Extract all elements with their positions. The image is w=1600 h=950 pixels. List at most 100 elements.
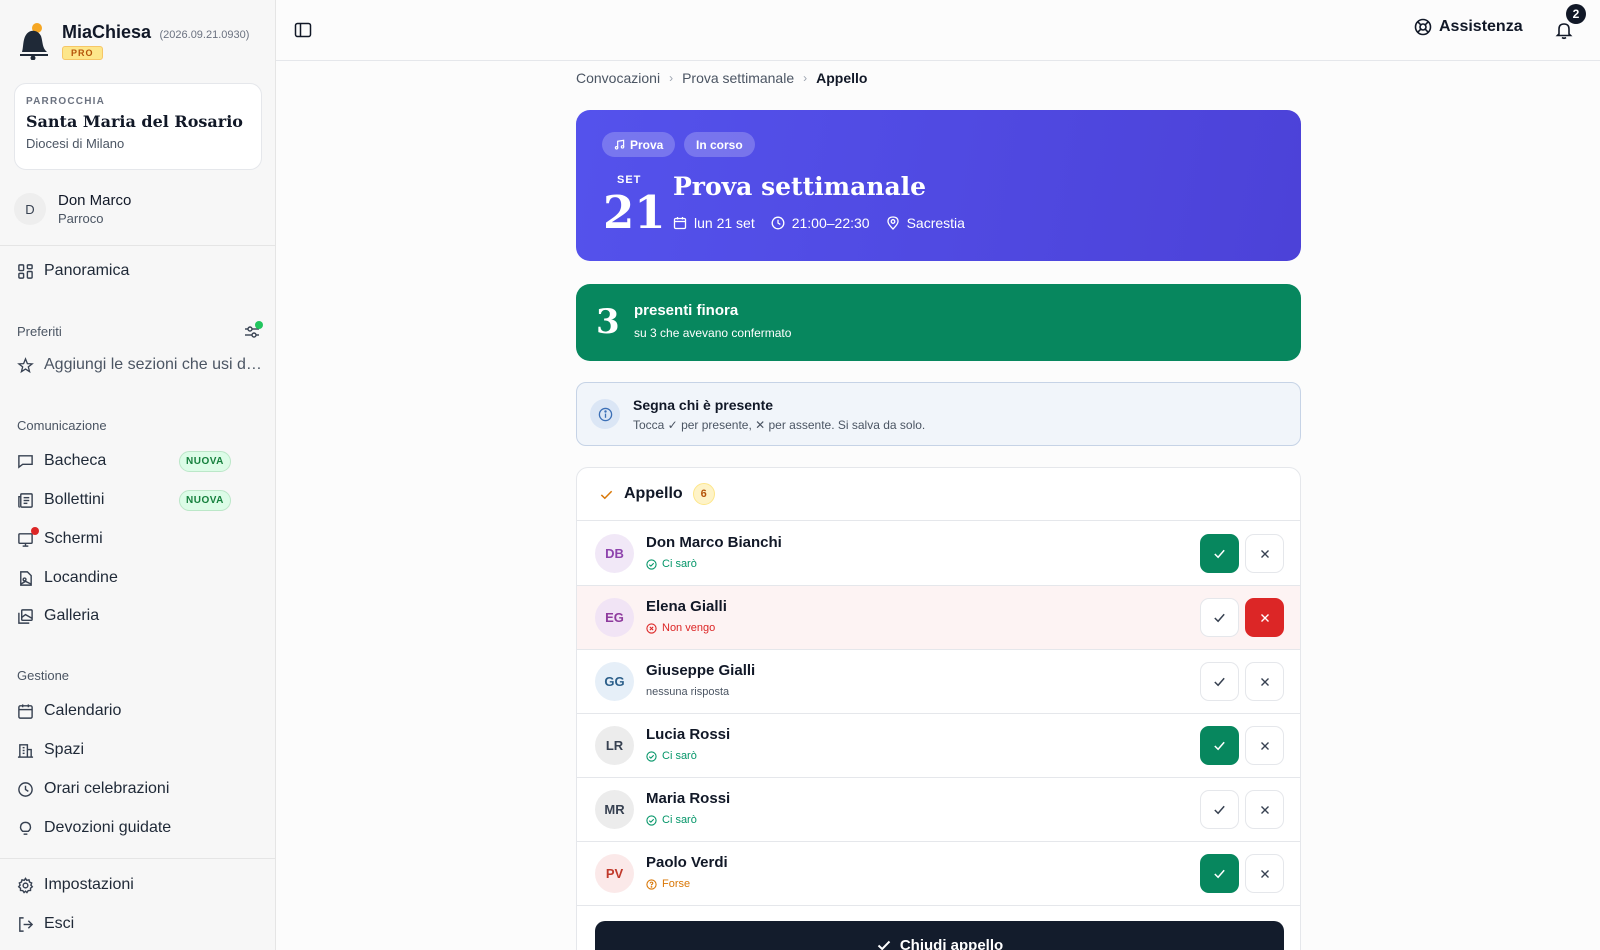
avatar: GG: [595, 662, 634, 701]
clock-icon: [771, 216, 785, 230]
message-square-icon: [18, 454, 33, 469]
event-date: lun 21 set: [694, 215, 755, 231]
avatar: LR: [595, 726, 634, 765]
sidebar-item-label: Galleria: [44, 607, 100, 624]
lifebuoy-icon: [1414, 18, 1432, 36]
mark-present-button[interactable]: [1200, 790, 1239, 829]
music-note-icon: [614, 139, 625, 150]
sidebar-item-schermi[interactable]: Schermi: [17, 526, 262, 552]
bell-logo-icon: [20, 23, 48, 60]
rsvp-status: nessuna risposta: [646, 686, 729, 698]
sidebar-item-label: Calendario: [44, 702, 122, 719]
roll-call-title: Appello: [624, 485, 683, 502]
rsvp-status-label: Ci sarò: [662, 750, 697, 762]
mark-present-button[interactable]: [1200, 662, 1239, 701]
management-section-label: Gestione: [17, 668, 70, 683]
present-subtitle: su 3 che avevano confermato: [634, 326, 792, 340]
rsvp-status-label: nessuna risposta: [646, 686, 730, 698]
chevron-right-icon: ›: [803, 71, 808, 85]
favorites-hint-label: Aggiungi le sezioni che usi di più: [44, 356, 262, 373]
user-profile[interactable]: D Don Marco Parroco: [14, 192, 131, 226]
user-avatar: D: [14, 193, 46, 225]
event-type-label: Prova: [630, 137, 664, 152]
breadcrumb-item[interactable]: Convocazioni: [576, 70, 660, 86]
sidebar-item-locandine[interactable]: Locandine: [17, 565, 262, 591]
parish-kicker: PARROCCHIA: [26, 96, 106, 107]
check-circle-icon: [646, 558, 657, 570]
sidebar-item-impostazioni[interactable]: Impostazioni: [17, 872, 262, 898]
check-icon: [1214, 549, 1225, 559]
person-name: Don Marco Bianchi: [646, 534, 782, 551]
mark-absent-button[interactable]: [1245, 534, 1284, 573]
mark-absent-button[interactable]: [1245, 726, 1284, 765]
rsvp-status: Non vengo: [646, 622, 715, 634]
sidebar-item-spazi[interactable]: Spazi: [17, 737, 262, 763]
rsvp-status: Ci sarò: [646, 750, 697, 762]
check-icon: [1214, 805, 1225, 815]
sidebar-item-devozioni[interactable]: Devozioni guidate: [17, 815, 262, 841]
building-icon: [17, 743, 34, 758]
newspaper-icon: [18, 492, 33, 508]
mark-present-button[interactable]: [1200, 534, 1239, 573]
close-icon: [1260, 677, 1269, 686]
sidebar-item-esci[interactable]: Esci: [17, 911, 262, 937]
sidebar-item-calendario[interactable]: Calendario: [17, 698, 262, 724]
sidebar-item-panoramica[interactable]: Panoramica: [17, 258, 262, 284]
lightbulb-icon: [19, 821, 32, 835]
person-name: Elena Gialli: [646, 598, 727, 615]
check-icon: [1214, 613, 1225, 623]
help-button[interactable]: Assistenza: [1414, 18, 1523, 36]
rsvp-status-label: Non vengo: [662, 622, 716, 634]
rsvp-status-label: Forse: [662, 878, 691, 890]
mark-absent-button[interactable]: [1245, 790, 1284, 829]
present-title: presenti finora: [634, 302, 739, 319]
breadcrumb-item[interactable]: Prova settimanale: [682, 70, 794, 86]
close-icon: [1260, 613, 1269, 622]
instructions-banner: Segna chi è presente Tocca ✓ per present…: [576, 382, 1301, 446]
schermi-alert-dot: [31, 527, 39, 535]
sidebar-item-label: Impostazioni: [44, 876, 134, 893]
x-circle-icon: [646, 622, 657, 634]
roll-count-badge: 6: [692, 483, 715, 505]
mark-present-button[interactable]: [1200, 598, 1239, 637]
check-circle-icon: [646, 750, 657, 762]
table-row: DB Don Marco Bianchi Ci sarò: [577, 522, 1300, 586]
person-name: Giuseppe Gialli: [646, 662, 756, 679]
mark-present-button[interactable]: [1200, 726, 1239, 765]
favorites-add-hint[interactable]: Aggiungi le sezioni che usi di più: [17, 352, 262, 378]
event-day: 21: [603, 186, 666, 239]
event-title: Prova settimanale: [673, 172, 927, 201]
rsvp-status: Ci sarò: [646, 814, 697, 826]
sidebar-item-bollettini[interactable]: Bollettini NUOVA: [17, 487, 262, 513]
check-icon: [1214, 741, 1225, 751]
sidebar-item-label: Spazi: [44, 741, 85, 758]
mark-absent-button[interactable]: [1245, 662, 1284, 701]
parish-name: Santa Maria del Rosario: [26, 112, 243, 131]
sidebar-item-orari[interactable]: Orari celebrazioni: [17, 776, 262, 802]
table-row: LR Lucia Rossi Ci sarò: [577, 714, 1300, 778]
check-circle-icon: [646, 814, 657, 826]
mark-absent-button[interactable]: [1245, 854, 1284, 893]
instructions-subtitle: Tocca ✓ per presente, ✕ per assente. Si …: [633, 418, 926, 432]
favorites-indicator-dot: [255, 321, 263, 329]
event-status-label: In corso: [696, 137, 743, 152]
app-name: MiaChiesa: [62, 22, 152, 42]
mark-absent-button[interactable]: [1245, 598, 1284, 637]
new-badge: NUOVA: [179, 489, 231, 511]
pro-badge: PRO: [62, 46, 103, 60]
close-roll-call-button[interactable]: Chiudi appello: [595, 921, 1284, 950]
sidebar-item-bacheca[interactable]: Bacheca NUOVA: [17, 448, 262, 474]
mark-present-button[interactable]: [1200, 854, 1239, 893]
map-pin-icon: [886, 216, 899, 230]
info-icon: [590, 399, 620, 429]
sidebar-toggle-icon[interactable]: [294, 21, 312, 39]
table-row: EG Elena Gialli Non vengo: [577, 586, 1300, 650]
event-time: 21:00–22:30: [791, 215, 870, 231]
help-label: Assistenza: [1439, 18, 1523, 35]
favorites-section-label: Preferiti: [17, 324, 62, 339]
brand[interactable]: MiaChiesa (2026.09.21.0930) PRO: [16, 20, 249, 61]
file-image-icon: [20, 570, 32, 586]
sidebar-item-galleria[interactable]: Galleria: [17, 603, 262, 629]
parish-card[interactable]: PARROCCHIA Santa Maria del Rosario Dioce…: [14, 83, 262, 170]
sidebar-item-label: Esci: [44, 915, 75, 932]
